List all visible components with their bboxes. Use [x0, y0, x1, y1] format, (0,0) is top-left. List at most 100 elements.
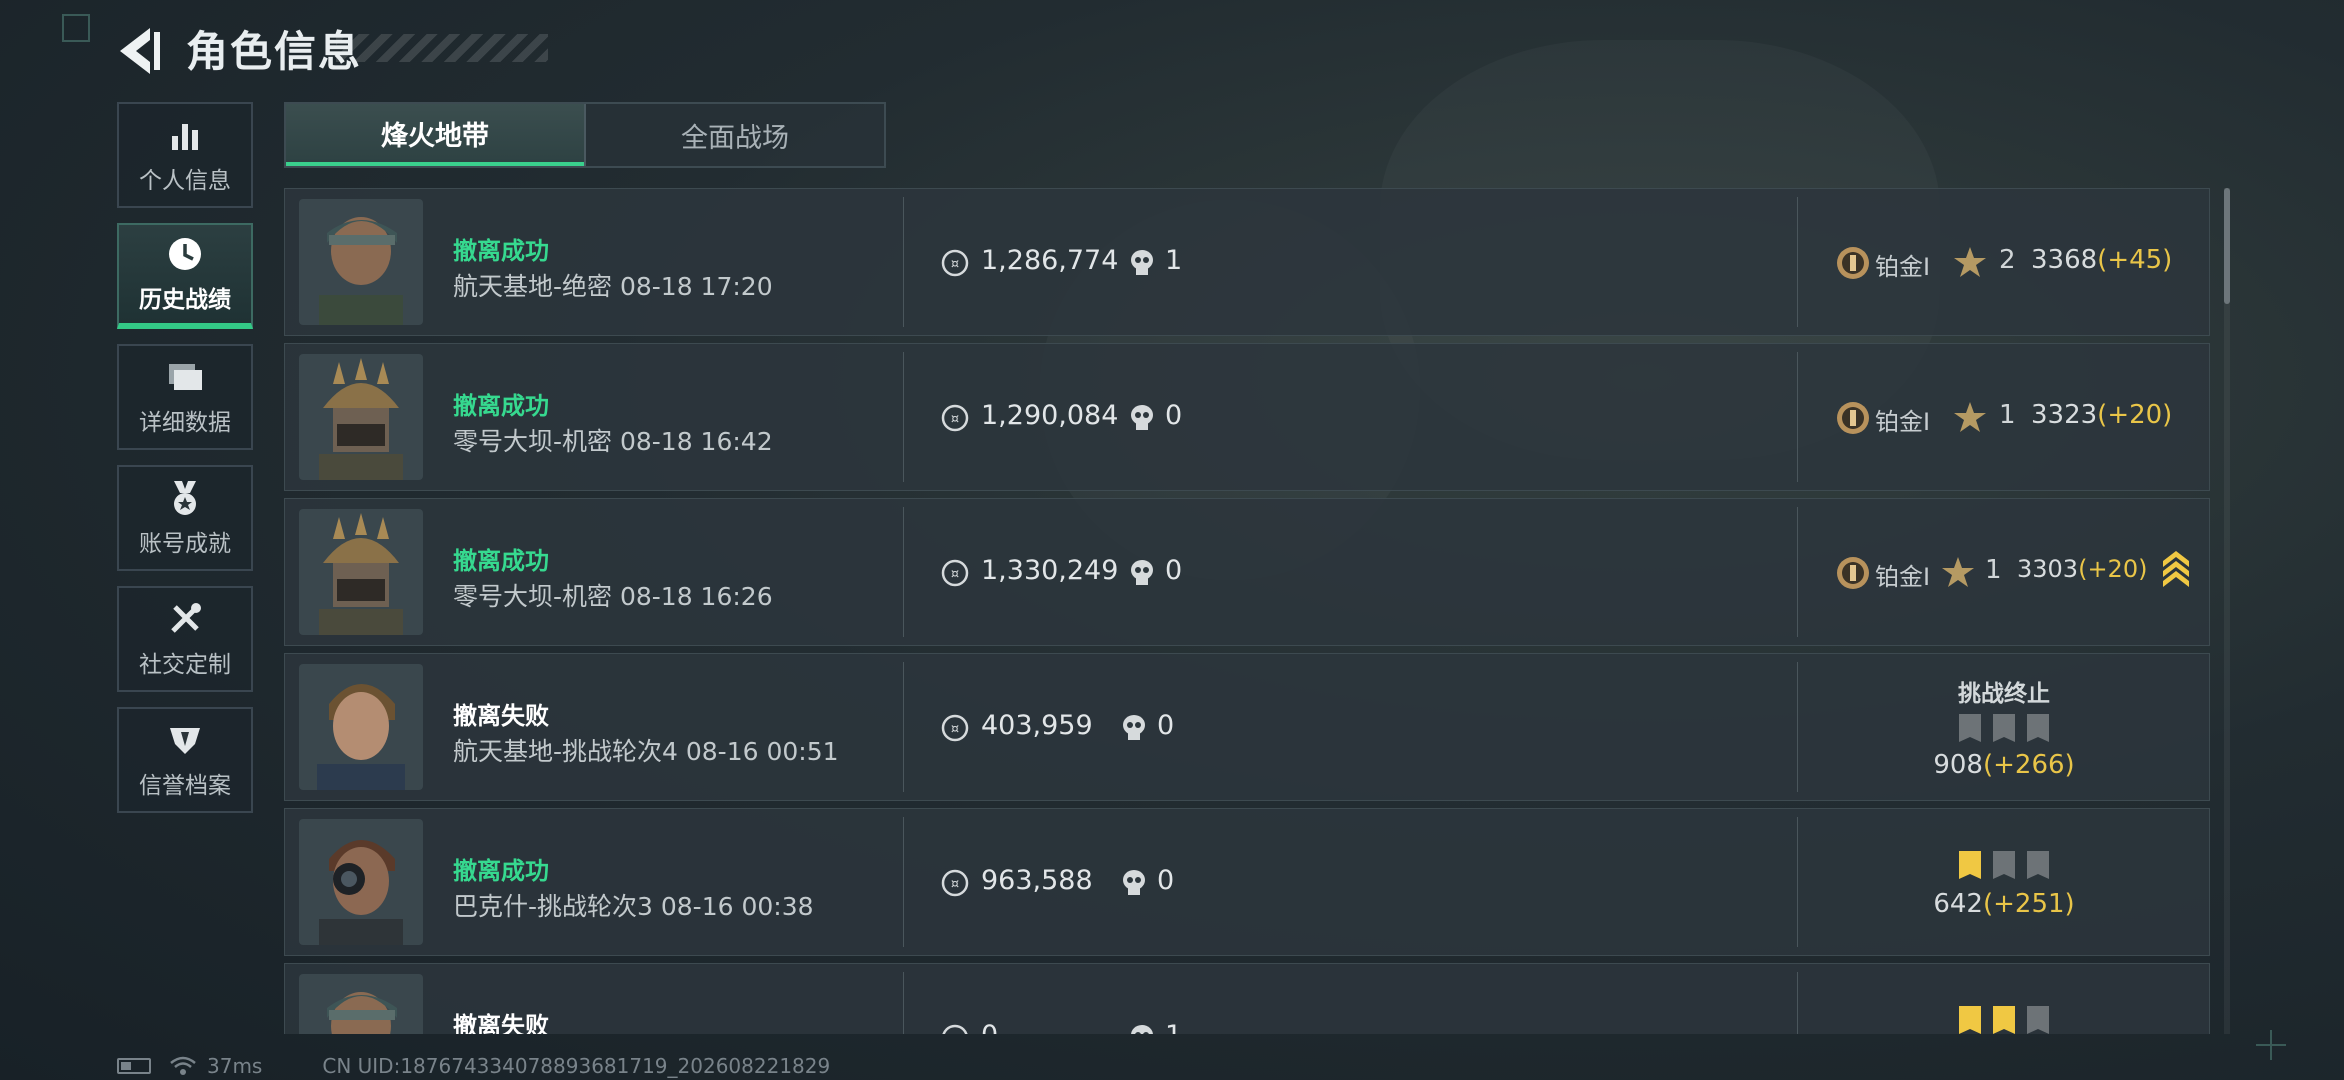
user-uid: CN UID:18767433407889368171​9_2026082218…: [322, 1054, 831, 1078]
score-delta: (+45): [2097, 245, 2173, 275]
kill-count: 0: [1157, 710, 1175, 741]
sidebar-item-match-history[interactable]: 历史战绩: [117, 223, 253, 329]
operator-avatar: [299, 354, 423, 480]
star-count: 2: [1999, 245, 2016, 275]
currency-icon: ¤: [941, 249, 969, 277]
operator-avatar: [299, 509, 423, 635]
network-ping: 37ms: [207, 1054, 263, 1078]
list-scrollbar[interactable]: [2224, 188, 2230, 1034]
rank-badge-icon: [1837, 557, 1869, 589]
flag-icon: [1993, 851, 2015, 879]
rank-label: 铂金I: [1875, 408, 1931, 436]
rank-score: 3303(+20): [2017, 555, 2147, 583]
kill-count: 0: [1165, 400, 1183, 431]
asset-value: 963,588: [981, 865, 1093, 896]
match-row[interactable]: 撤离成功 巴克什-挑战轮次3 08-16 00:38 ¤ 963,588 0 6…: [284, 808, 2210, 956]
tab-warzone-extraction[interactable]: 烽火地带: [286, 104, 584, 166]
kill-count: 1: [1165, 1020, 1182, 1034]
score-value: 642: [1933, 889, 1983, 919]
map-and-time: 零号大坝-机密 08-18 16:26: [453, 582, 773, 611]
rank-badge-icon: [1837, 402, 1869, 434]
match-history-list: 撤离成功 航天基地-绝密 08-18 17:20 ¤ 1,286,774 1 铂…: [284, 188, 2212, 1034]
skull-icon: [1131, 250, 1153, 275]
clock-icon: [165, 234, 205, 274]
asset-value: 1,286,774: [981, 245, 1119, 276]
extraction-status: 撤离成功: [453, 392, 549, 420]
star-icon: [1954, 402, 1986, 432]
kill-count: 0: [1157, 865, 1175, 896]
skull-icon: [1131, 405, 1153, 430]
svg-text:¤: ¤: [951, 722, 959, 737]
rank-score: 3323(+20): [2031, 400, 2172, 430]
match-row[interactable]: 撤离失败 航天基地-挑战轮次4 08-16 00:51 ¤ 403,959 0 …: [284, 653, 2210, 801]
corner-frame-decoration: [62, 14, 90, 42]
svg-text:¤: ¤: [951, 1032, 959, 1034]
star-icon: [1954, 247, 1986, 277]
skull-icon: [1131, 1025, 1153, 1034]
currency-icon: ¤: [941, 559, 969, 587]
operator-avatar: [299, 199, 423, 325]
sidebar-item-achievements[interactable]: 账号成就: [117, 465, 253, 571]
sidebar-item-detailed-data[interactable]: 详细数据: [117, 344, 253, 450]
battery-icon: [117, 1058, 151, 1074]
back-arrow-icon: [120, 28, 160, 74]
svg-text:¤: ¤: [951, 412, 959, 427]
asset-value: 403,959: [981, 710, 1093, 741]
score-value: 3368: [2031, 245, 2098, 275]
bar-chart-icon: [165, 115, 205, 155]
sidebar-item-social-custom[interactable]: 社交定制: [117, 586, 253, 692]
sidebar-item-reputation[interactable]: 信誉档案: [117, 707, 253, 813]
challenge-status: 挑战终止: [1958, 681, 2050, 707]
column-divider: [903, 972, 904, 1034]
flag-icon: [1959, 1006, 1981, 1034]
kill-count: 1: [1165, 245, 1183, 276]
svg-text:¤: ¤: [951, 257, 959, 272]
svg-text:¤: ¤: [951, 567, 959, 582]
sidebar-item-label: 详细数据: [139, 410, 231, 436]
column-divider: [903, 352, 904, 482]
tab-full-battlefield[interactable]: 全面战场: [584, 104, 884, 166]
challenge-score: 642(+251): [1797, 889, 2211, 919]
match-row[interactable]: 撤离成功 零号大坝-机密 08-18 16:42 ¤ 1,290,084 0 铂…: [284, 343, 2210, 491]
challenge-progress-flags: [1797, 714, 2211, 742]
column-divider: [903, 817, 904, 947]
flag-icon: [1959, 851, 1981, 879]
extraction-status: 撤离成功: [453, 237, 549, 265]
challenge-progress-flags: [1797, 1006, 2211, 1034]
rank-label: 铂金I: [1875, 253, 1931, 281]
back-button[interactable]: [112, 22, 170, 80]
asset-value: 0: [981, 1020, 998, 1034]
currency-icon: ¤: [941, 404, 969, 432]
column-divider: [903, 662, 904, 792]
svg-text:¤: ¤: [951, 877, 959, 892]
sidebar-item-label: 账号成就: [139, 531, 231, 557]
extraction-status: 撤离成功: [453, 547, 549, 575]
currency-icon: ¤: [942, 1024, 968, 1034]
skull-icon: [1123, 715, 1145, 740]
skull-icon: [1123, 870, 1145, 895]
scrollbar-thumb[interactable]: [2224, 188, 2230, 304]
flag-icon: [2027, 1006, 2049, 1034]
map-and-time: 巴克什-挑战轮次3 08-16 00:38: [453, 892, 814, 921]
column-divider: [1797, 352, 1798, 482]
column-divider: [903, 197, 904, 327]
title-hatch-decoration: [336, 34, 548, 62]
match-row[interactable]: 撤离失败 ¤ 0 1: [284, 963, 2210, 1034]
flag-icon: [1993, 714, 2015, 742]
score-value: 3303: [2017, 555, 2079, 583]
operator-avatar: [299, 664, 423, 790]
shield-icon: [165, 720, 205, 760]
column-divider: [1797, 817, 1798, 947]
sidebar-item-label: 个人信息: [139, 168, 231, 194]
operator-avatar: [299, 819, 423, 945]
sidebar-item-personal-info[interactable]: 个人信息: [117, 102, 253, 208]
status-footer: 37ms CN UID:18767433407889368171​9_20260…: [117, 1054, 830, 1078]
match-row[interactable]: 撤离成功 零号大坝-机密 08-18 16:26 ¤ 1,330,249 0 铂…: [284, 498, 2210, 646]
flag-icon: [2027, 851, 2049, 879]
star-count: 1: [1999, 400, 2016, 430]
score-value: 3323: [2031, 400, 2098, 430]
match-row[interactable]: 撤离成功 航天基地-绝密 08-18 17:20 ¤ 1,286,774 1 铂…: [284, 188, 2210, 336]
medal-icon: [165, 478, 205, 518]
folder-icon: [165, 357, 205, 397]
rank-up-chevron-icon: [2163, 551, 2189, 587]
